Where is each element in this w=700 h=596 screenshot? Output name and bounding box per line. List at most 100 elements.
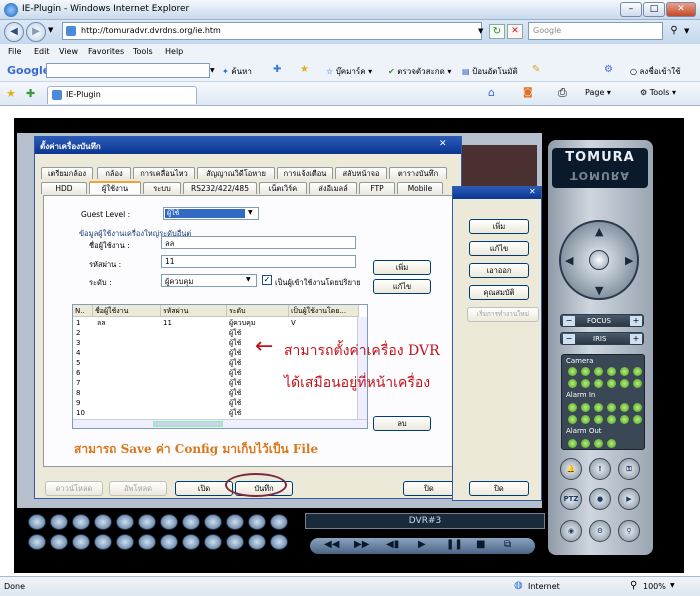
snapshot-button[interactable]: ◉ (560, 520, 582, 542)
level-select[interactable]: ผู้ควบคุม ▼ (161, 274, 257, 287)
table-row[interactable]: 1 ลล 11 ผู้ควบคุม V (73, 319, 357, 328)
password-field[interactable]: 11 (161, 255, 356, 268)
dvr-layout-button[interactable] (270, 534, 288, 550)
table-row[interactable]: 9 ผู้ใช้ (73, 399, 357, 408)
focus-minus-button[interactable]: − (563, 316, 575, 326)
ptz-center-button[interactable] (589, 250, 609, 270)
zoom-level[interactable]: 100% (643, 582, 666, 591)
tab-row1-0[interactable]: เตรียมกล้อง (41, 167, 93, 179)
edit-user-button[interactable]: แก้ไข (373, 279, 431, 294)
dvr-layout-button[interactable] (160, 534, 178, 550)
home-icon[interactable]: ⌂ (488, 86, 495, 99)
forward-button[interactable]: ▶ (26, 22, 46, 42)
dvr-layout-button[interactable] (204, 514, 222, 530)
col-header-username[interactable]: ชื่อผู้ใช้งาน (93, 305, 161, 317)
zoom-magnifier-icon[interactable]: ⚲ (630, 580, 637, 591)
menu-help[interactable]: Help (165, 47, 183, 56)
device-close-button[interactable]: ปิด (469, 481, 529, 496)
add-favorite-icon[interactable]: ✚ (26, 87, 35, 100)
dvr-layout-button[interactable] (50, 534, 68, 550)
tab-row2-5[interactable]: ส่งอีเมลล์ (309, 182, 357, 194)
tab-row2-6[interactable]: FTP (359, 182, 395, 194)
wrench-icon[interactable]: ⚙ (604, 64, 613, 75)
address-dropdown-icon[interactable]: ▼ (478, 27, 483, 35)
dvr-layout-button[interactable] (182, 534, 200, 550)
rewind-fast-icon[interactable]: ◀◀ (324, 539, 339, 550)
default-user-checkbox[interactable]: ✓ (262, 275, 272, 285)
tools-menu[interactable]: ⚙ Tools ▾ (640, 88, 676, 97)
upload-button[interactable]: อัพโหลด (109, 481, 167, 496)
col-header-password[interactable]: รหัสผ่าน (161, 305, 227, 317)
device-restart-button[interactable]: เริ่มการทำงานใหม่ (467, 307, 539, 322)
ptz-up-icon[interactable]: ▲ (595, 225, 603, 238)
print-icon[interactable]: ⎙ (558, 86, 567, 100)
export-icon[interactable]: ⧉ (504, 539, 511, 550)
dvr-layout-button[interactable] (248, 514, 266, 530)
download-button[interactable]: ดาวน์โหลด (45, 481, 103, 496)
tab-row1-2[interactable]: การเคลื่อนไหว (133, 167, 195, 179)
dvr-layout-button[interactable] (160, 514, 178, 530)
highlight-icon[interactable]: ✎ (532, 64, 540, 75)
tab-row2-7[interactable]: Mobile (397, 182, 443, 194)
spellcheck-button[interactable]: ✔ ตรวจตัวสะกด ▾ (388, 65, 451, 78)
stop-icon[interactable]: ✕ (507, 24, 523, 39)
play-icon[interactable]: ▶ (418, 539, 426, 550)
maximize-button[interactable]: □ (643, 2, 665, 17)
settings-button[interactable]: ⚙ (589, 520, 611, 542)
menu-tools[interactable]: Tools (133, 47, 153, 56)
tab-row2-4[interactable]: เน็ตเวิร์ค (259, 182, 307, 194)
menu-edit[interactable]: Edit (34, 47, 50, 56)
dvr-layout-button[interactable] (182, 514, 200, 530)
tab-row1-4[interactable]: การแจ้งเตือน (277, 167, 333, 179)
device-edit-button[interactable]: แก้ไข (469, 241, 529, 256)
alarm-bell-button[interactable]: 🔔 (560, 458, 582, 480)
table-scroll-thumb[interactable] (153, 421, 223, 427)
favorites-star-icon[interactable]: ★ (6, 87, 16, 100)
pause-icon[interactable]: ❚❚ (446, 539, 463, 550)
record-button[interactable]: ● (589, 488, 611, 510)
col-header-default[interactable]: เป็นผู้ใช้งานโดย... (289, 305, 359, 317)
ptz-dpad[interactable]: ▲ ▼ ◀ ▶ (559, 220, 639, 300)
stop-playback-icon[interactable]: ■ (476, 539, 485, 550)
alert-button[interactable]: ! (589, 458, 611, 480)
tab-row1-6[interactable]: ตารางบันทึก (389, 167, 447, 179)
search-input[interactable]: Google (528, 22, 663, 40)
dvr-layout-button[interactable] (138, 514, 156, 530)
config-dialog-close-icon[interactable]: ✕ (439, 139, 447, 149)
history-dropdown-icon[interactable]: ▼ (48, 26, 53, 34)
dvr-layout-button[interactable] (28, 514, 46, 530)
dvr-layout-button[interactable] (94, 534, 112, 550)
play-button[interactable]: ▶ (618, 488, 640, 510)
tab-row2-1[interactable]: ผู้ใช้งาน (89, 181, 141, 194)
menu-file[interactable]: File (8, 47, 21, 56)
dvr-layout-button[interactable] (226, 534, 244, 550)
page-menu[interactable]: Page ▾ (585, 88, 611, 97)
col-header-no[interactable]: N.. (73, 305, 93, 317)
add-user-button[interactable]: เพิ่ม (373, 260, 431, 275)
search-options-icon[interactable]: ▼ (684, 27, 689, 35)
bookmark-button[interactable]: ☆ บุ๊คมาร์ค ▾ (326, 65, 372, 78)
dvr-layout-button[interactable] (270, 514, 288, 530)
dvr-layout-button[interactable] (204, 534, 222, 550)
tab-row2-0[interactable]: HDD (41, 182, 87, 194)
focus-plus-button[interactable]: + (630, 316, 642, 326)
device-dialog-close-icon[interactable]: ✕ (529, 187, 536, 196)
menu-view[interactable]: View (59, 47, 78, 56)
ptz-down-icon[interactable]: ▼ (595, 284, 603, 297)
dvr-layout-button[interactable] (28, 534, 46, 550)
dvr-layout-button[interactable] (226, 514, 244, 530)
search-button[interactable]: ⚲ (618, 520, 640, 542)
level-dropdown-icon[interactable]: ▼ (246, 276, 251, 283)
dvr-layout-button[interactable] (72, 534, 90, 550)
step-back-icon[interactable]: ◀▮ (386, 539, 399, 550)
feeds-icon[interactable]: ◙ (523, 87, 533, 98)
device-remove-button[interactable]: เอาออก (469, 263, 529, 278)
close-button[interactable]: ✕ (666, 2, 696, 17)
dvr-layout-button[interactable] (116, 514, 134, 530)
tab-row1-5[interactable]: สลับหน้าจอ (335, 167, 387, 179)
dvr-layout-button[interactable] (248, 534, 266, 550)
col-header-level[interactable]: ระดับ (227, 305, 289, 317)
device-properties-button[interactable]: คุณสมบัติ (469, 285, 529, 300)
plus-icon[interactable]: ✚ (273, 64, 281, 75)
fast-forward-icon[interactable]: ▶▶ (354, 539, 369, 550)
